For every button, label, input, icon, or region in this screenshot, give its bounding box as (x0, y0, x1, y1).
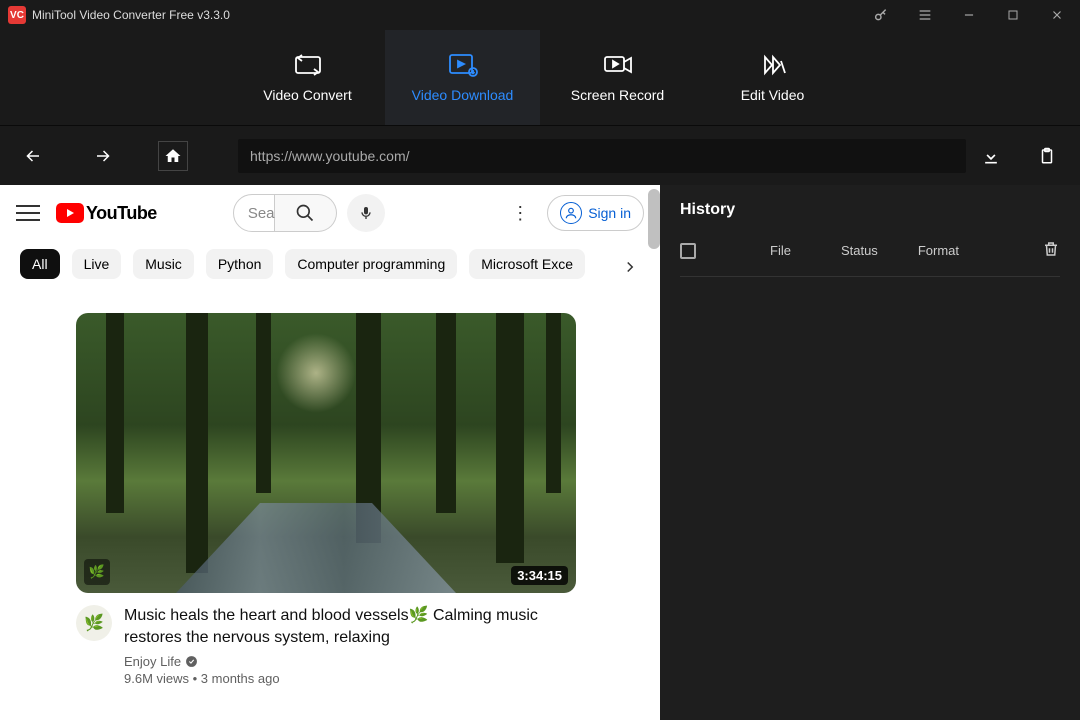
close-button[interactable] (1042, 0, 1072, 30)
url-input[interactable] (238, 139, 966, 173)
history-title: History (680, 201, 1060, 219)
tab-screen-record[interactable]: Screen Record (540, 30, 695, 125)
youtube-logo[interactable]: YouTube (56, 203, 157, 224)
minimize-button[interactable] (954, 0, 984, 30)
chevron-right-icon[interactable] (612, 251, 648, 283)
hamburger-icon[interactable] (16, 201, 40, 225)
back-button[interactable] (18, 141, 48, 171)
video-thumbnail[interactable]: 🌿 3:34:15 (76, 313, 576, 593)
key-icon[interactable] (866, 0, 896, 30)
more-icon[interactable]: ⋮ (511, 203, 529, 224)
edit-icon (758, 53, 788, 77)
browser-pane: YouTube Sea ⋮ Sign in All Live Music Pyt… (0, 185, 660, 720)
download-button[interactable] (976, 141, 1006, 171)
playlist-icon: 🌿 (84, 559, 110, 585)
home-button[interactable] (158, 141, 188, 171)
tab-label: Screen Record (571, 87, 664, 103)
app-icon: VC (8, 6, 26, 24)
search-button[interactable] (275, 194, 337, 232)
mic-button[interactable] (347, 194, 385, 232)
record-icon (603, 53, 633, 77)
chip-all[interactable]: All (20, 249, 60, 279)
tab-video-convert[interactable]: Video Convert (230, 30, 385, 125)
video-title[interactable]: Music heals the heart and blood vessels🌿… (124, 605, 576, 648)
select-all-checkbox[interactable] (680, 243, 696, 259)
scrollbar[interactable] (648, 189, 660, 249)
download-icon (448, 53, 478, 77)
video-stats: 9.6M views • 3 months ago (124, 671, 576, 686)
channel-avatar[interactable]: 🌿 (76, 605, 112, 641)
verified-icon (185, 655, 198, 668)
clipboard-button[interactable] (1032, 141, 1062, 171)
menu-icon[interactable] (910, 0, 940, 30)
tab-video-download[interactable]: Video Download (385, 30, 540, 125)
tab-label: Edit Video (741, 87, 805, 103)
youtube-play-icon (56, 203, 84, 223)
column-format: Format (918, 243, 959, 258)
channel-name[interactable]: Enjoy Life (124, 654, 576, 669)
tab-label: Video Download (412, 87, 514, 103)
forward-button[interactable] (88, 141, 118, 171)
history-pane: History File Status Format (660, 185, 1080, 720)
user-icon (560, 202, 582, 224)
convert-icon (293, 53, 323, 77)
column-status: Status (841, 243, 878, 258)
chip-python[interactable]: Python (206, 249, 274, 279)
search-input[interactable]: Sea (233, 194, 275, 232)
column-file: File (770, 243, 791, 258)
tab-label: Video Convert (263, 87, 351, 103)
video-duration: 3:34:15 (511, 566, 568, 585)
trash-icon[interactable] (1042, 239, 1060, 262)
chip-computer-programming[interactable]: Computer programming (285, 249, 457, 279)
tab-edit-video[interactable]: Edit Video (695, 30, 850, 125)
chip-music[interactable]: Music (133, 249, 194, 279)
chip-excel[interactable]: Microsoft Exce (469, 249, 585, 279)
app-title: MiniTool Video Converter Free v3.3.0 (32, 8, 866, 22)
signin-button[interactable]: Sign in (547, 195, 644, 231)
chip-live[interactable]: Live (72, 249, 122, 279)
maximize-button[interactable] (998, 0, 1028, 30)
